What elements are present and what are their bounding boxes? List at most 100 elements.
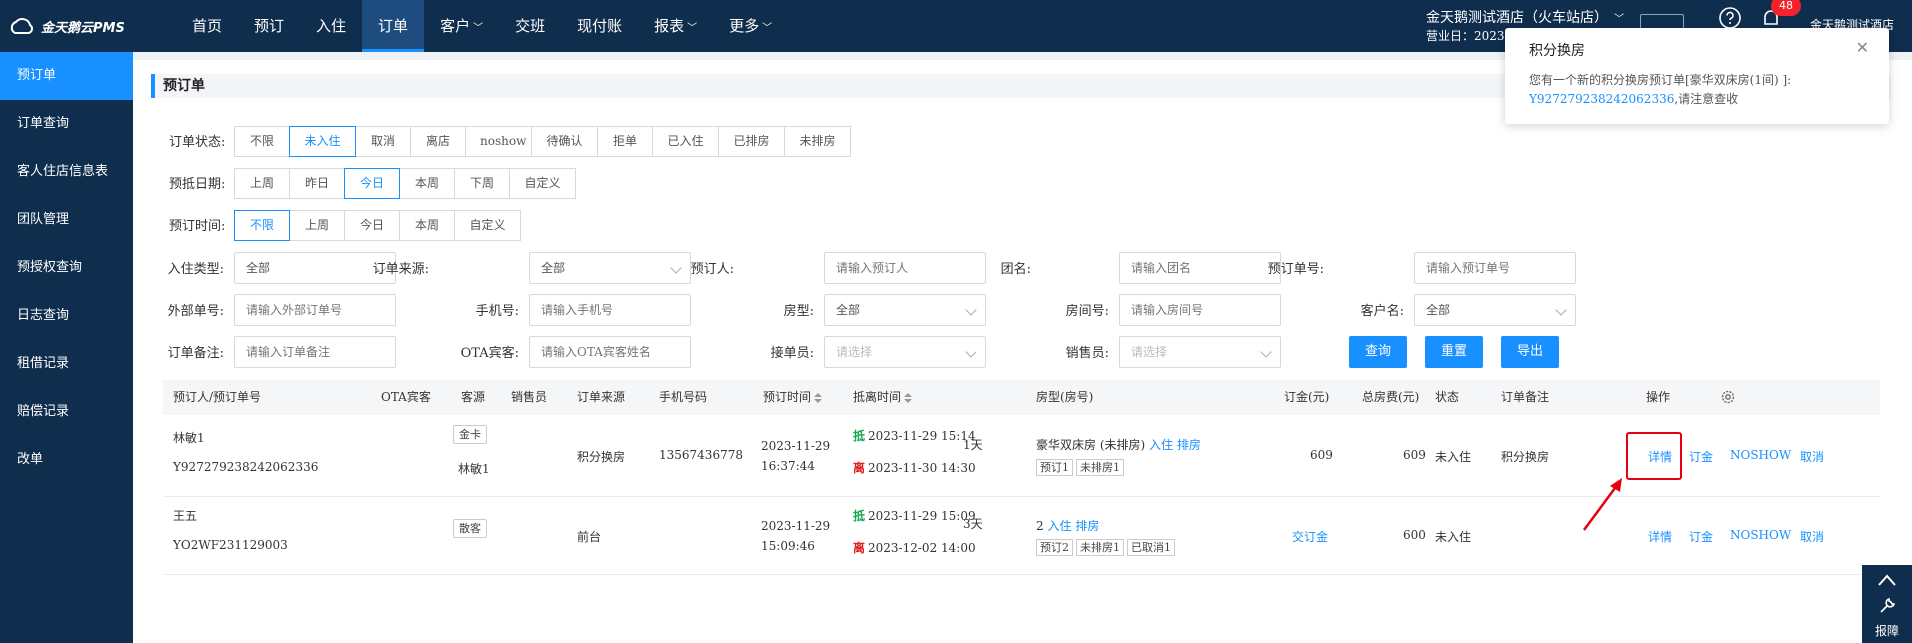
deposit-button[interactable]: 订金 xyxy=(1689,528,1713,545)
phone-input[interactable] xyxy=(529,294,691,326)
assign-room-link[interactable]: 排房 xyxy=(1075,519,1099,533)
noshow-button[interactable]: NOSHOW xyxy=(1730,528,1791,542)
status-option-checked-in[interactable]: 已入住 xyxy=(652,126,719,157)
status-option-room-assigned[interactable]: 已排房 xyxy=(718,126,785,157)
booking-time-option-today[interactable]: 今日 xyxy=(344,210,400,241)
customer-select[interactable]: 全部 xyxy=(1414,294,1576,326)
booking-time-option-last-week[interactable]: 上周 xyxy=(289,210,345,241)
sidebar-item-log-query[interactable]: 日志查询 xyxy=(0,292,133,340)
export-button[interactable]: 导出 xyxy=(1501,336,1559,368)
sidebar-item-preauth-query[interactable]: 预授权查询 xyxy=(0,244,133,292)
report-fault-tool[interactable]: 报障 xyxy=(1862,565,1912,643)
sales-label: 销售员: xyxy=(1065,346,1109,361)
arrival-option-last-week[interactable]: 上周 xyxy=(234,168,290,199)
cloud-logo-icon xyxy=(10,18,33,34)
arrival-option-today[interactable]: 今日 xyxy=(344,168,400,199)
arrival-filter-group: 上周 昨日 今日 本周 下周 自定义 xyxy=(234,168,576,199)
booking-no-input[interactable] xyxy=(1414,252,1576,284)
arrival-option-next-week[interactable]: 下周 xyxy=(454,168,510,199)
status-option-pending[interactable]: 待确认 xyxy=(531,126,598,157)
booking-number: Y927279238242062336 xyxy=(173,460,319,474)
room-info: 豪华双床房 (未排房) 入住 排房 xyxy=(1036,436,1201,453)
reset-button[interactable]: 重置 xyxy=(1425,336,1483,368)
status-filter-label: 订单状态: xyxy=(169,135,226,150)
nav-item-customers[interactable]: 客户 ﹀ xyxy=(424,0,499,52)
booking-time-option-any[interactable]: 不限 xyxy=(234,210,290,241)
status-option-not-checked-in[interactable]: 未入住 xyxy=(289,126,356,157)
wrench-icon xyxy=(1880,597,1896,613)
room-tags: 预订1 未排房1 xyxy=(1036,459,1127,476)
status-option-checked-out[interactable]: 离店 xyxy=(410,126,466,157)
nav-item-cash-account[interactable]: 现付账 xyxy=(561,0,638,52)
sidebar-item-booking-orders[interactable]: 预订单 xyxy=(0,52,133,100)
nav-item-orders[interactable]: 订单 xyxy=(362,0,425,52)
sidebar-item-order-query[interactable]: 订单查询 xyxy=(0,100,133,148)
nav-item-more[interactable]: 更多 ﹀ xyxy=(713,0,788,52)
checkin-type-value: 全部 xyxy=(246,261,271,275)
nav-item-reports[interactable]: 报表 ﹀ xyxy=(638,0,713,52)
sales-select[interactable]: 请选择 xyxy=(1119,336,1281,368)
logo[interactable]: 金天鹅云PMS xyxy=(8,14,125,38)
group-name-label: 团名: xyxy=(1000,262,1031,277)
sales-placeholder: 请选择 xyxy=(1131,345,1168,359)
nav-item-home[interactable]: 首页 xyxy=(176,0,238,52)
room-type-select[interactable]: 全部 xyxy=(824,294,986,326)
booking-time-option-this-week[interactable]: 本周 xyxy=(399,210,455,241)
sidebar-item-guest-stay-info[interactable]: 客人住店信息表 xyxy=(0,148,133,196)
receiver-select[interactable]: 请选择 xyxy=(824,336,986,368)
col-order-source: 订单来源 xyxy=(577,390,626,404)
checkin-link[interactable]: 入住 xyxy=(1047,519,1071,533)
room-text: 豪华双床房 (未排房) xyxy=(1036,438,1146,452)
sidebar-item-compensation-records[interactable]: 赔偿记录 xyxy=(0,388,133,436)
deposit-button[interactable]: 订金 xyxy=(1689,448,1713,465)
nav-item-shift[interactable]: 交班 xyxy=(499,0,561,52)
cancel-button[interactable]: 取消 xyxy=(1800,448,1824,465)
arrival-option-this-week[interactable]: 本周 xyxy=(399,168,455,199)
detail-button[interactable]: 详情 xyxy=(1648,528,1672,545)
close-icon[interactable]: ✕ xyxy=(1856,38,1869,57)
popup-message: 您有一个新的积分换房预订单[豪华双床房(1间) ]: Y927279238242… xyxy=(1529,71,1874,109)
status-option-cancelled[interactable]: 取消 xyxy=(355,126,411,157)
col-booking-time[interactable]: 预订时间 xyxy=(763,380,823,415)
main-nav: 首页 预订 入住 订单 客户 ﹀ 交班 现付账 报表 ﹀ 更多 ﹀ xyxy=(176,0,788,52)
popup-order-link[interactable]: Y927279238242062336 xyxy=(1529,92,1674,106)
gear-icon[interactable] xyxy=(1720,389,1736,405)
cancel-button[interactable]: 取消 xyxy=(1800,528,1824,545)
help-icon[interactable] xyxy=(1718,6,1742,30)
remark-input[interactable] xyxy=(234,336,396,368)
departure-time: 离 2023-11-30 14:30 xyxy=(853,459,976,476)
search-button[interactable]: 查询 xyxy=(1349,336,1407,368)
sidebar-item-modify-order[interactable]: 改单 xyxy=(0,436,133,484)
departure-mark: 离 xyxy=(853,541,866,555)
status-option-room-unassigned[interactable]: 未排房 xyxy=(784,126,851,157)
arrival-option-custom[interactable]: 自定义 xyxy=(509,168,576,199)
hotel-selector[interactable]: 金天鹅测试酒店（火车站店） ﹀ xyxy=(1426,7,1624,27)
sidebar: 预订单 订单查询 客人住店信息表 团队管理 预授权查询 日志查询 租借记录 赔偿… xyxy=(0,52,133,643)
checkin-link[interactable]: 入住 xyxy=(1149,438,1173,452)
booking-time-option-custom[interactable]: 自定义 xyxy=(454,210,521,241)
room-no-input[interactable] xyxy=(1119,294,1281,326)
nav-item-checkin[interactable]: 入住 xyxy=(300,0,362,52)
order-source: 前台 xyxy=(577,530,602,544)
ota-guest-input[interactable] xyxy=(529,336,691,368)
room-type-value: 全部 xyxy=(836,303,861,317)
pay-deposit-link[interactable]: 交订金 xyxy=(1292,528,1328,545)
col-stay-time[interactable]: 抵离时间 xyxy=(853,380,913,415)
status-option-noshow[interactable]: noshow xyxy=(465,126,532,157)
arrival-option-yesterday[interactable]: 昨日 xyxy=(289,168,345,199)
status-option-rejected[interactable]: 拒单 xyxy=(597,126,653,157)
chevron-up-icon[interactable] xyxy=(1877,573,1897,587)
external-no-input[interactable] xyxy=(234,294,396,326)
status-option-any[interactable]: 不限 xyxy=(234,126,290,157)
room-tag: 预订2 xyxy=(1036,539,1073,556)
nav-item-booking[interactable]: 预订 xyxy=(238,0,300,52)
noshow-button[interactable]: NOSHOW xyxy=(1730,448,1791,462)
col-room: 房型(房号) xyxy=(1036,390,1094,404)
sidebar-item-rental-records[interactable]: 租借记录 xyxy=(0,340,133,388)
logo-text: 金天鹅云PMS xyxy=(41,20,125,36)
room-no-label: 房间号: xyxy=(1065,304,1109,319)
sidebar-item-group-management[interactable]: 团队管理 xyxy=(0,196,133,244)
sort-icon xyxy=(814,392,823,403)
chevron-down-icon xyxy=(965,304,977,316)
assign-room-link[interactable]: 排房 xyxy=(1177,438,1201,452)
